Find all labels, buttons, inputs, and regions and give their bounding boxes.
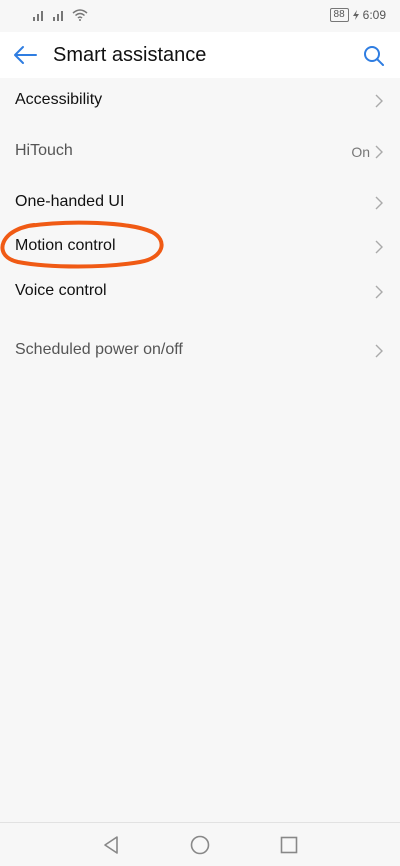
list-item-one-handed-ui[interactable]: One-handed UI (0, 181, 400, 225)
nav-back-button[interactable] (100, 834, 122, 856)
chevron-right-icon (375, 285, 383, 299)
search-button[interactable] (362, 44, 386, 68)
list-item-label: One-handed UI (15, 193, 125, 210)
page-title: Smart assistance (53, 44, 207, 66)
chevron-right-icon (375, 240, 383, 254)
nav-home-button[interactable] (189, 834, 211, 856)
list-item-voice-control[interactable]: Voice control (0, 270, 400, 314)
list-item-label: Motion control (15, 237, 116, 254)
list-item-hitouch[interactable]: HiTouch On (0, 130, 400, 174)
list-item-accessibility[interactable]: Accessibility (0, 79, 400, 123)
list-item-label: HiTouch (15, 142, 73, 159)
circle-home-icon (190, 835, 210, 855)
clock: 6:09 (362, 8, 386, 22)
signal-group (32, 9, 88, 21)
wifi-icon (72, 9, 88, 21)
signal-icon (33, 11, 43, 21)
chevron-right-icon (375, 145, 383, 159)
nav-recent-button[interactable] (278, 834, 300, 856)
status-bar: 88 6:09 (0, 0, 400, 32)
charging-icon (352, 10, 359, 20)
battery-indicator: 88 (329, 8, 349, 22)
list-item-motion-control[interactable]: Motion control (0, 225, 400, 269)
list-item-label: Accessibility (15, 91, 103, 108)
list-item-label: Scheduled power on/off (15, 341, 183, 358)
square-recent-icon (280, 836, 298, 854)
list-item-label: Voice control (15, 282, 107, 299)
app-header: Smart assistance (0, 32, 400, 78)
back-arrow-icon (14, 46, 37, 64)
search-icon (364, 46, 384, 66)
status-right: 88 6:09 (329, 8, 386, 22)
back-button[interactable] (12, 44, 38, 66)
list-item-scheduled-power[interactable]: Scheduled power on/off (0, 329, 400, 373)
triangle-back-icon (104, 836, 118, 854)
chevron-right-icon (375, 94, 383, 108)
chevron-right-icon (375, 196, 383, 210)
signal-icon (53, 11, 63, 21)
chevron-right-icon (375, 344, 383, 358)
list-item-value: On (351, 144, 370, 160)
system-nav-bar (0, 822, 400, 866)
